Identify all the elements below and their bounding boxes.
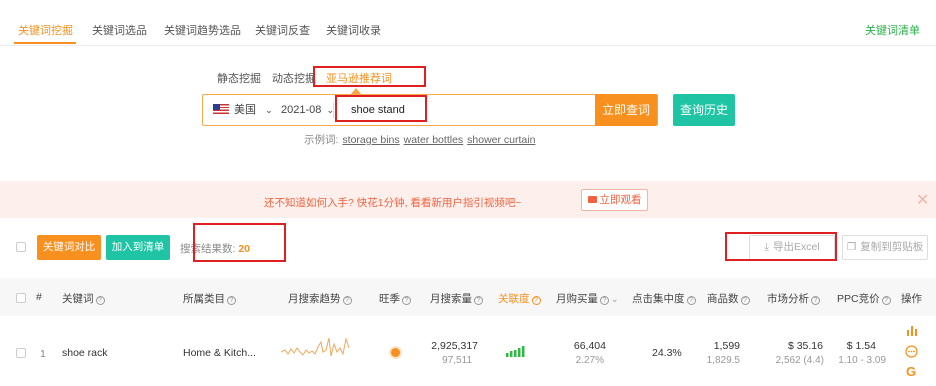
- row-category[interactable]: Home & Kitch...: [183, 347, 256, 359]
- examples-label: 示例词:: [304, 134, 339, 146]
- copy-clipboard-button[interactable]: ❐ 复制到剪贴板: [842, 235, 928, 260]
- row-products-sub: 1,829.5: [706, 355, 740, 366]
- help-icon[interactable]: ?: [95, 296, 105, 305]
- col-season-label: 旺季: [379, 293, 400, 305]
- col-products[interactable]: 商品数?: [707, 291, 750, 306]
- help-icon[interactable]: ?: [686, 296, 696, 305]
- copy-label: 复制到剪贴板: [860, 241, 924, 253]
- month-label: 2021-08: [281, 104, 322, 116]
- copy-icon: ❐: [846, 241, 857, 253]
- chevron-down-icon: ⌄: [265, 105, 273, 115]
- help-icon[interactable]: ?: [474, 296, 483, 305]
- banner-text: 还不知道如何入手? 快花1分钟, 看看新用户指引视频吧~: [264, 197, 522, 209]
- col-click-concentration[interactable]: 点击集中度?: [632, 291, 696, 306]
- help-icon[interactable]: ?: [342, 296, 352, 305]
- col-purchases[interactable]: 月购买量? ⌄: [556, 291, 619, 306]
- highlight-box-query: [335, 95, 427, 122]
- col-ppc[interactable]: PPC竞价?: [837, 291, 891, 306]
- search-trend-sparkline[interactable]: [281, 330, 351, 364]
- month-select[interactable]: 2021-08 ⌄: [281, 95, 334, 125]
- divider: [333, 102, 334, 118]
- tab-keyword-product[interactable]: 关键词选品: [92, 22, 147, 38]
- keyword-compare-button[interactable]: 关键词对比: [37, 235, 101, 260]
- row-market-sub: 2,562 (4.4): [775, 355, 824, 366]
- header-checkbox[interactable]: [16, 293, 26, 303]
- col-keyword-label: 关键词: [62, 293, 94, 305]
- row-search-sub: 97,511: [442, 355, 472, 366]
- chevron-down-icon[interactable]: ⌄: [611, 294, 619, 304]
- relevance-bars-icon: [506, 346, 525, 357]
- example-link[interactable]: water bottles: [404, 134, 464, 146]
- tab-keyword-trend-product[interactable]: 关键词趋势选品: [164, 22, 241, 38]
- col-category-label: 所属类目: [183, 293, 225, 305]
- col-relevance[interactable]: 关联度?: [498, 291, 541, 306]
- col-market[interactable]: 市场分析?: [767, 291, 820, 306]
- col-purchases-label: 月购买量: [556, 293, 598, 305]
- help-icon[interactable]: ?: [811, 296, 820, 305]
- col-trend[interactable]: 月搜索趋势?: [288, 291, 352, 306]
- help-icon[interactable]: ?: [881, 296, 891, 305]
- help-icon[interactable]: ?: [402, 296, 411, 305]
- country-select[interactable]: 美国 ⌄: [213, 95, 273, 125]
- col-ops: 操作: [901, 293, 922, 305]
- row-click-concentration: 24.3%: [652, 347, 682, 359]
- help-icon[interactable]: ?: [531, 296, 541, 305]
- highlight-box-results: [193, 223, 286, 262]
- highlight-box-mode: [313, 66, 426, 87]
- tab-keyword-reverse[interactable]: 关键词反查: [255, 22, 310, 38]
- col-products-label: 商品数: [707, 293, 739, 305]
- col-relevance-label: 关联度: [498, 293, 530, 305]
- google-icon[interactable]: G: [906, 364, 916, 379]
- col-trend-label: 月搜索趋势: [288, 293, 341, 305]
- col-category[interactable]: 所属类目?: [183, 291, 236, 306]
- us-flag-icon: [213, 104, 229, 114]
- watch-now-button[interactable]: 立即观看: [581, 189, 648, 211]
- row-checkbox[interactable]: [16, 348, 26, 358]
- col-market-label: 市场分析: [767, 293, 809, 305]
- col-season[interactable]: 旺季?: [379, 291, 411, 306]
- play-icon: [587, 196, 597, 203]
- more-icon[interactable]: [905, 345, 918, 358]
- row-keyword[interactable]: shoe rack: [62, 347, 108, 359]
- example-link[interactable]: shower curtain: [467, 134, 535, 146]
- col-ppc-label: PPC竞价: [837, 293, 880, 305]
- col-click-conc-label: 点击集中度: [632, 293, 685, 305]
- row-purchases-pct: 2.27%: [575, 355, 604, 366]
- row-search-volume: 2,925,317: [431, 340, 478, 352]
- tab-keyword-mining[interactable]: 关键词挖掘: [18, 22, 73, 38]
- help-icon[interactable]: ?: [740, 296, 750, 305]
- example-keywords: 示例词: storage bins water bottles shower curt…: [304, 132, 535, 147]
- highlight-box-export: [725, 232, 837, 261]
- season-indicator-icon: [391, 348, 400, 357]
- col-keyword[interactable]: 关键词?: [62, 291, 105, 306]
- keyword-list-link[interactable]: 关键词清单: [865, 22, 920, 38]
- row-ppc: $ 1.54: [846, 340, 876, 352]
- active-tab-underline: [14, 42, 76, 44]
- watch-label: 立即观看: [599, 194, 642, 206]
- add-to-list-button[interactable]: 加入到清单: [106, 235, 170, 260]
- row-market-price: $ 35.16: [787, 340, 823, 352]
- row-ppc-range: 1.10 - 3.09: [838, 355, 886, 366]
- mode-dynamic[interactable]: 动态挖掘: [272, 70, 316, 86]
- country-label: 美国: [234, 104, 256, 116]
- col-search-volume[interactable]: 月搜索量?: [430, 291, 483, 306]
- close-icon[interactable]: ✕: [916, 190, 929, 210]
- help-icon[interactable]: ?: [227, 296, 236, 305]
- search-bar: 美国 ⌄ 2021-08 ⌄ shoe stand 立即查词: [202, 94, 658, 126]
- query-history-button[interactable]: 查询历史: [673, 94, 735, 126]
- mode-static[interactable]: 静态挖掘: [217, 70, 261, 86]
- col-index: #: [36, 291, 42, 303]
- row-index: 1: [40, 348, 46, 360]
- tab-keyword-index[interactable]: 关键词收录: [326, 22, 381, 38]
- chart-icon[interactable]: [906, 326, 918, 336]
- row-purchases: 66,404: [573, 340, 606, 352]
- select-all-checkbox[interactable]: [16, 242, 26, 252]
- col-search-volume-label: 月搜索量: [430, 293, 472, 305]
- search-submit-button[interactable]: 立即查词: [595, 94, 657, 126]
- example-link[interactable]: storage bins: [342, 134, 399, 146]
- row-products: 1,599: [713, 340, 740, 352]
- help-icon[interactable]: ?: [600, 296, 609, 305]
